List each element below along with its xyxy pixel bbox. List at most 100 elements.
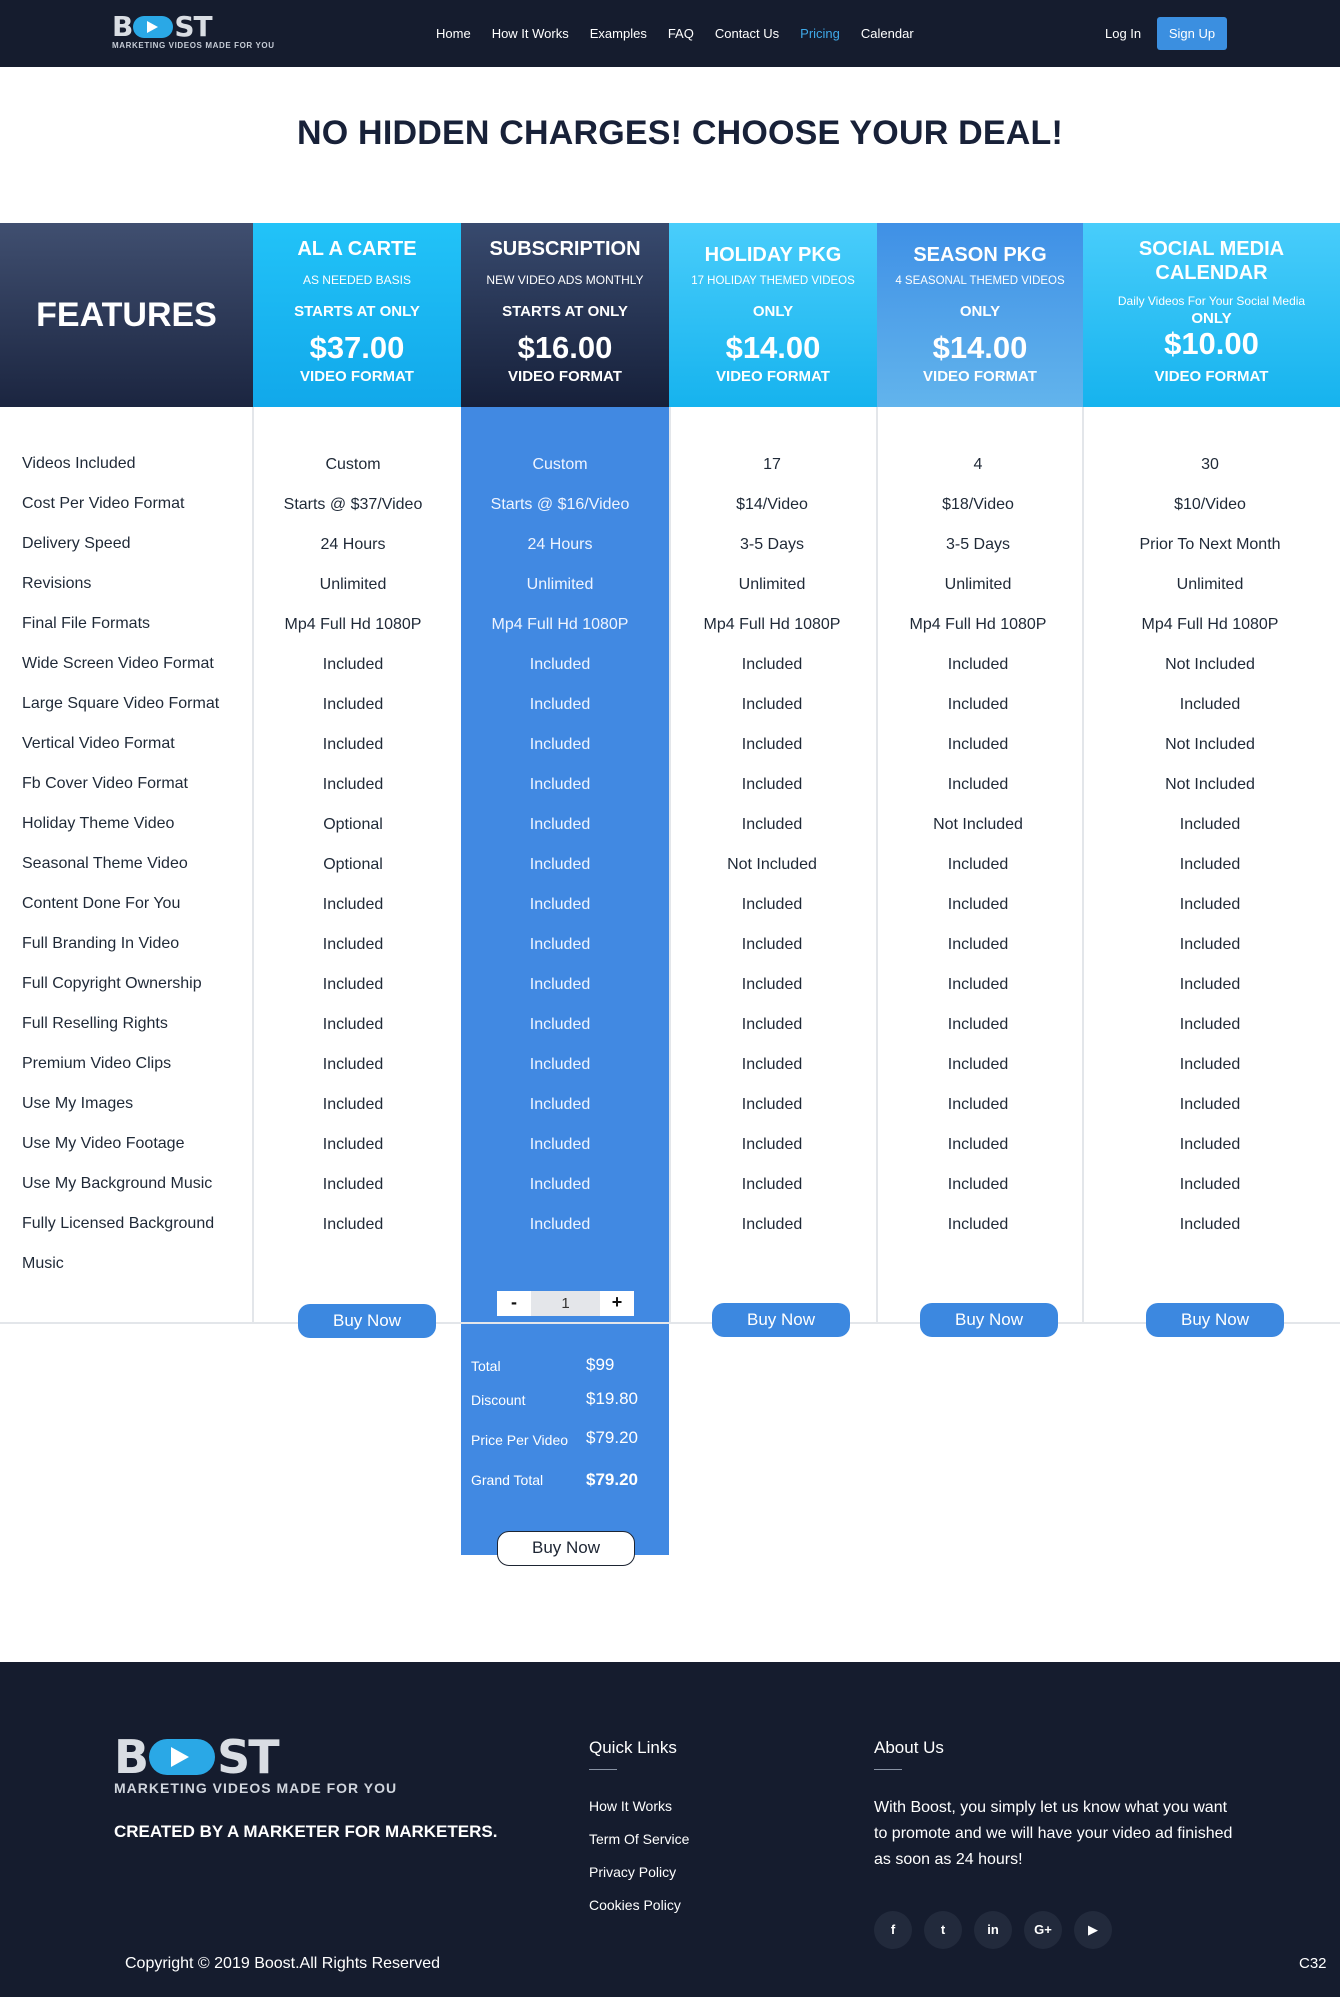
cell-holiday: Included <box>741 896 803 913</box>
cell-holiday: Included <box>741 656 803 673</box>
logo-mark: B ST <box>112 10 213 43</box>
feature-label: Cost Per Video Format <box>22 495 185 512</box>
feature-label: Full Reselling Rights <box>22 1015 168 1032</box>
quantity-input[interactable]: 1 <box>531 1291 600 1316</box>
cell-subscription: Included <box>529 1056 591 1073</box>
cell-season: Included <box>947 696 1009 713</box>
plan-price: $14.00 <box>932 330 1028 365</box>
cell-holiday: Included <box>741 1176 803 1193</box>
cell-holiday: $14/Video <box>736 496 808 513</box>
cell-season: Included <box>947 1016 1009 1033</box>
cell-season: Included <box>947 856 1009 873</box>
price-per-video-label: Price Per Video <box>471 1432 569 1448</box>
login-link[interactable]: Log In <box>1105 26 1141 41</box>
cell-holiday: Included <box>741 936 803 953</box>
cell-social-media: Not Included <box>1165 776 1255 793</box>
nav-link-pricing[interactable]: Pricing <box>800 26 840 41</box>
increment-button[interactable]: + <box>600 1291 634 1316</box>
cell-al-a-carte: Unlimited <box>319 576 387 593</box>
nav-links: Home How It Works Examples FAQ Contact U… <box>436 0 935 67</box>
plan-starts-label: ONLY <box>752 303 794 320</box>
feature-label: Full Branding In Video <box>22 935 180 952</box>
cell-social-media: Included <box>1179 856 1241 873</box>
cell-holiday: 3-5 Days <box>739 536 805 553</box>
footer-link-terms[interactable]: Term Of Service <box>589 1831 689 1847</box>
nav-link-faq[interactable]: FAQ <box>668 26 694 41</box>
nav-link-how-it-works[interactable]: How It Works <box>492 26 569 41</box>
cell-season: Mp4 Full Hd 1080P <box>909 616 1047 633</box>
cell-holiday: 17 <box>763 456 781 473</box>
footer-link-cookies[interactable]: Cookies Policy <box>589 1897 681 1913</box>
decrement-button[interactable]: - <box>497 1291 531 1316</box>
twitter-icon[interactable]: t <box>924 1911 962 1949</box>
buy-now-button-al-a-carte[interactable]: Buy Now <box>298 1304 436 1338</box>
buy-now-button-holiday[interactable]: Buy Now <box>712 1303 850 1337</box>
plan-price: $10.00 <box>1164 326 1259 361</box>
cell-season: 4 <box>973 456 983 473</box>
nav-link-examples[interactable]: Examples <box>590 26 647 41</box>
cell-holiday: Included <box>741 1216 803 1233</box>
nav-link-calendar[interactable]: Calendar <box>861 26 914 41</box>
plan-format: VIDEO FORMAT <box>508 368 622 385</box>
column-divider <box>1082 407 1084 1322</box>
logo[interactable]: B ST MARKETING VIDEOS MADE FOR YOU <box>112 10 275 51</box>
cell-subscription: Starts @ $16/Video <box>490 496 630 513</box>
feature-label: Premium Video Clips <box>22 1055 172 1072</box>
footer-logo[interactable]: B ST MARKETING VIDEOS MADE FOR YOU <box>114 1734 397 1796</box>
cell-al-a-carte: Included <box>322 696 384 713</box>
facebook-icon[interactable]: f <box>874 1911 912 1949</box>
google-plus-icon[interactable]: G+ <box>1024 1911 1062 1949</box>
cell-subscription: Included <box>529 656 591 673</box>
cell-social-media: Included <box>1179 816 1241 833</box>
plan-subtitle: AS NEEDED BASIS <box>302 273 412 287</box>
buy-now-button-season[interactable]: Buy Now <box>920 1303 1058 1337</box>
cell-al-a-carte: Included <box>322 896 384 913</box>
footer-link-how-it-works[interactable]: How It Works <box>589 1798 672 1814</box>
logo-tagline: MARKETING VIDEOS MADE FOR YOU <box>112 41 275 50</box>
cell-subscription: 24 Hours <box>527 536 593 553</box>
cell-season: Included <box>947 1136 1009 1153</box>
cell-social-media: Not Included <box>1165 736 1255 753</box>
cell-al-a-carte: 24 Hours <box>320 536 386 553</box>
youtube-icon[interactable]: ▶ <box>1074 1911 1112 1949</box>
page-code: C32 <box>1299 1955 1327 1972</box>
cell-al-a-carte: Optional <box>323 816 383 833</box>
buy-now-button-social[interactable]: Buy Now <box>1146 1303 1284 1337</box>
cell-social-media: Included <box>1179 1016 1241 1033</box>
cell-social-media: Included <box>1179 1136 1241 1153</box>
plan-header-social-media: SOCIAL MEDIA CALENDAR Daily Videos For Yo… <box>1083 223 1340 407</box>
feature-label: Large Square Video Format <box>22 695 220 712</box>
nav-link-home[interactable]: Home <box>436 26 471 41</box>
linkedin-icon[interactable]: in <box>974 1911 1012 1949</box>
cell-social-media: Included <box>1179 896 1241 913</box>
grand-total-label: Grand Total <box>471 1472 544 1488</box>
footer-link-privacy[interactable]: Privacy Policy <box>589 1864 676 1880</box>
cell-season: Included <box>947 776 1009 793</box>
signup-button[interactable]: Sign Up <box>1157 17 1227 50</box>
cell-social-media: Included <box>1179 1056 1241 1073</box>
cell-subscription: Included <box>529 936 591 953</box>
heading-underline <box>589 1769 617 1770</box>
plan-header-al-a-carte: AL A CARTE AS NEEDED BASIS STARTS AT ONLY $… <box>253 223 461 407</box>
cell-subscription: Included <box>529 776 591 793</box>
total-label: Total <box>471 1358 501 1374</box>
cell-season: Included <box>947 1176 1009 1193</box>
feature-label: Fb Cover Video Format <box>22 775 188 792</box>
feature-label: Delivery Speed <box>22 535 131 552</box>
cell-social-media: Included <box>1179 696 1241 713</box>
plan-price: $37.00 <box>309 330 405 365</box>
plan-format: VIDEO FORMAT <box>716 368 830 385</box>
cell-season: Included <box>947 1216 1009 1233</box>
plan-format: VIDEO FORMAT <box>1154 368 1269 385</box>
nav-link-contact-us[interactable]: Contact Us <box>715 26 779 41</box>
buy-now-button-subscription[interactable]: Buy Now <box>497 1531 635 1566</box>
copyright-text: Copyright © 2019 Boost.All Rights Reserv… <box>125 1955 441 1972</box>
cell-al-a-carte: Optional <box>323 856 383 873</box>
plan-format: VIDEO FORMAT <box>923 368 1037 385</box>
discount-value: $19.80 <box>586 1389 638 1408</box>
cell-social-media: Unlimited <box>1176 576 1244 593</box>
cell-social-media: Included <box>1179 1216 1241 1233</box>
cell-holiday: Mp4 Full Hd 1080P <box>703 616 841 633</box>
feature-label: Wide Screen Video Format <box>22 655 214 672</box>
cell-holiday: Included <box>741 976 803 993</box>
